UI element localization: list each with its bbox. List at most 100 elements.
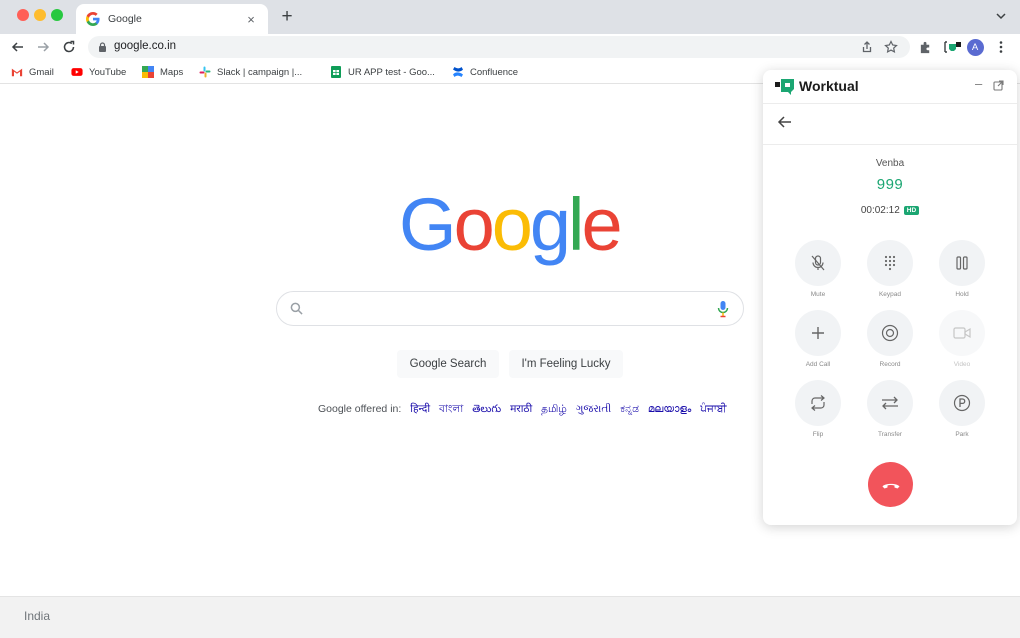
bookmark-label: UR APP test - Goo... xyxy=(348,66,435,78)
logo-letter: o xyxy=(491,183,533,266)
mute-control: Mute xyxy=(788,240,848,298)
avatar: A xyxy=(966,38,984,56)
add-call-button[interactable] xyxy=(795,310,841,356)
flip-button[interactable] xyxy=(795,380,841,426)
tab-strip: Google × + xyxy=(0,0,1020,34)
language-link[interactable]: ગુજરાતી xyxy=(576,403,612,415)
video-camera-icon xyxy=(953,327,971,339)
google-search-box[interactable] xyxy=(276,291,744,326)
language-link[interactable]: বাংলা xyxy=(439,403,463,415)
google-logo: Google xyxy=(399,188,623,262)
forward-button[interactable] xyxy=(33,37,53,57)
bookmark-label: Gmail xyxy=(29,66,54,78)
logo-letter: l xyxy=(568,183,585,266)
browser-tab-google[interactable]: Google × xyxy=(76,4,268,34)
search-icon xyxy=(290,302,303,315)
park-button[interactable] xyxy=(939,380,985,426)
language-link[interactable]: తెలుగు xyxy=(472,403,501,415)
language-link[interactable]: മലയാളം xyxy=(648,403,692,415)
confluence-icon xyxy=(453,67,463,77)
transfer-button[interactable] xyxy=(867,380,913,426)
control-label: Record xyxy=(879,361,901,368)
offered-in-label: Google offered in: xyxy=(318,403,402,415)
tab-close-icon[interactable]: × xyxy=(244,12,258,27)
bookmark-confluence[interactable]: Confluence xyxy=(452,64,518,80)
maps-icon xyxy=(142,66,154,78)
new-tab-button[interactable]: + xyxy=(277,6,297,28)
widget-minimize-button[interactable]: – xyxy=(975,76,982,91)
control-label: Video xyxy=(953,361,971,368)
keypad-control: Keypad xyxy=(860,240,920,298)
url-text[interactable]: google.co.in xyxy=(114,40,176,52)
control-label: Mute xyxy=(810,291,826,298)
hang-up-button[interactable] xyxy=(868,462,913,507)
footer-country: India xyxy=(24,609,51,623)
window-maximize-button[interactable] xyxy=(51,9,63,21)
lock-icon[interactable] xyxy=(98,42,107,52)
share-icon[interactable] xyxy=(860,40,874,54)
google-search-button[interactable]: Google Search xyxy=(397,350,499,378)
hold-control: Hold xyxy=(932,240,992,298)
google-favicon-icon xyxy=(86,12,100,26)
browser-toolbar: google.co.in A xyxy=(0,34,1020,60)
language-link[interactable]: ಕನ್ನಡ xyxy=(620,403,639,415)
control-label: Keypad xyxy=(878,291,902,298)
logo-letter: G xyxy=(399,183,457,266)
bookmark-maps[interactable]: Maps xyxy=(142,64,183,80)
pause-icon xyxy=(956,256,968,270)
language-link[interactable]: हिन्दी xyxy=(410,403,430,415)
profile-button[interactable]: A xyxy=(966,38,984,56)
call-timer-row: 00:02:12 HD xyxy=(763,205,1017,216)
feeling-lucky-button[interactable]: I'm Feeling Lucky xyxy=(509,350,623,378)
caller-number: 999 xyxy=(876,176,904,193)
record-icon xyxy=(881,324,899,342)
address-bar[interactable]: google.co.in xyxy=(88,36,910,58)
hold-button[interactable] xyxy=(939,240,985,286)
bookmark-gmail[interactable]: Gmail xyxy=(11,64,54,80)
sheets-icon xyxy=(331,66,341,78)
bookmark-star-icon[interactable] xyxy=(884,40,898,54)
puzzle-icon xyxy=(920,41,929,53)
languages-offered: Google offered in: हिन्दी বাংলা తెలుగు म… xyxy=(318,402,727,419)
transfer-control: Transfer xyxy=(860,380,920,438)
kebab-menu-icon xyxy=(999,41,1003,53)
back-button[interactable] xyxy=(8,37,28,57)
language-link[interactable]: தமிழ் xyxy=(541,403,567,415)
gmail-icon xyxy=(11,68,23,77)
microphone-icon[interactable] xyxy=(717,300,729,318)
window-close-button[interactable] xyxy=(17,9,29,21)
popout-icon[interactable] xyxy=(993,80,1004,91)
widget-brand: Worktual xyxy=(799,78,859,94)
chevron-down-icon[interactable] xyxy=(994,9,1008,23)
mute-button[interactable] xyxy=(795,240,841,286)
browser-menu-button[interactable] xyxy=(995,38,1007,56)
back-arrow-icon[interactable] xyxy=(777,115,792,129)
logo-letter: e xyxy=(581,183,622,266)
google-footer: India xyxy=(0,596,1020,638)
bookmark-youtube[interactable]: YouTube xyxy=(71,64,126,80)
record-button[interactable] xyxy=(867,310,913,356)
worktual-extension-button[interactable] xyxy=(943,38,963,56)
control-label: Transfer xyxy=(878,431,902,438)
control-label: Add Call xyxy=(805,361,831,368)
worktual-extension-icon xyxy=(944,41,961,53)
extensions-button[interactable] xyxy=(917,38,933,56)
language-link[interactable]: मराठी xyxy=(510,403,532,415)
window-minimize-button[interactable] xyxy=(34,9,46,21)
bookmark-label: Maps xyxy=(160,66,184,78)
control-label: Park xyxy=(955,431,969,438)
bookmark-slack[interactable]: Slack | campaign |... xyxy=(199,64,302,80)
worktual-call-widget: Worktual – Venba 999 00:02:12 HD Mute Ke… xyxy=(763,70,1017,525)
flip-control: Flip xyxy=(788,380,848,438)
control-label: Flip xyxy=(812,431,824,438)
logo-letter: g xyxy=(529,183,571,266)
plus-icon xyxy=(812,327,824,339)
reload-button[interactable] xyxy=(59,37,79,57)
add-call-control: Add Call xyxy=(788,310,848,368)
search-input[interactable] xyxy=(315,298,695,320)
bookmark-ur-app-test[interactable]: UR APP test - Goo... xyxy=(330,64,435,80)
language-link[interactable]: ਪੰਜਾਬੀ xyxy=(700,403,726,415)
keypad-button[interactable] xyxy=(867,240,913,286)
tab-title: Google xyxy=(108,13,142,25)
caller-name: Venba xyxy=(875,158,905,169)
